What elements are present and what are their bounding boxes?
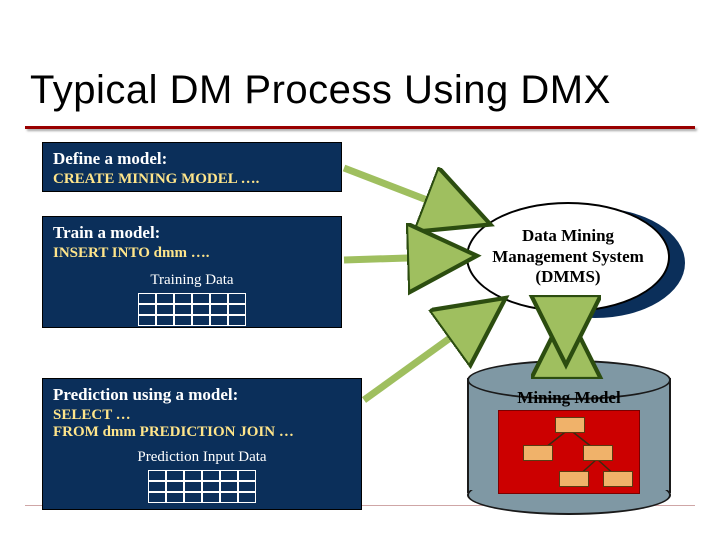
prediction-input-label: Prediction Input Data [53, 449, 351, 466]
prediction-input-table [148, 470, 256, 503]
tree-node [523, 445, 553, 461]
training-data-table [138, 293, 246, 326]
model-tree-panel [498, 410, 640, 494]
train-heading: Train a model: [53, 223, 331, 243]
box-train: Train a model: INSERT INTO dmm …. Traini… [42, 216, 342, 328]
dmms-line1: Data Mining [522, 226, 614, 245]
predict-code-1: SELECT … [53, 407, 351, 424]
predict-heading: Prediction using a model: [53, 385, 351, 405]
tree-node [559, 471, 589, 487]
predict-code-2: FROM dmm PREDICTION JOIN … [53, 424, 351, 441]
title-underline [25, 126, 695, 129]
cylinder-label: Mining Model [467, 388, 671, 408]
box-define: Define a model: CREATE MINING MODEL …. [42, 142, 342, 192]
dmms-line2: Management System [492, 247, 644, 266]
slide-title: Typical DM Process Using DMX [30, 68, 611, 113]
training-data-label: Training Data [53, 272, 331, 289]
tree-node [603, 471, 633, 487]
box-predict: Prediction using a model: SELECT … FROM … [42, 378, 362, 510]
define-heading: Define a model: [53, 149, 331, 169]
tree-node [583, 445, 613, 461]
dmms-oval: Data Mining Management System (DMMS) [466, 202, 670, 312]
tree-node [555, 417, 585, 433]
define-code: CREATE MINING MODEL …. [53, 171, 331, 188]
dmms-line3: (DMMS) [535, 267, 600, 286]
train-code: INSERT INTO dmm …. [53, 245, 331, 262]
